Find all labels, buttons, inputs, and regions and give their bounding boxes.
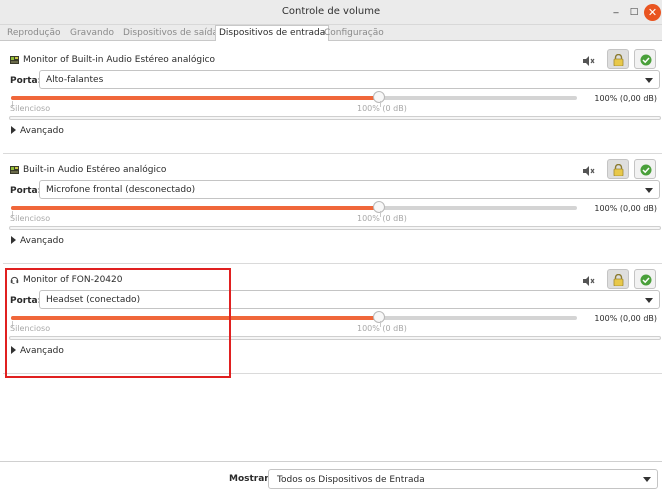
slider-label-silent: Silencioso xyxy=(10,324,51,333)
slider-label-silent: Silencioso xyxy=(10,214,51,223)
lock-channels-button[interactable] xyxy=(607,269,629,289)
tab-output-devices[interactable]: Dispositivos de saída xyxy=(120,26,221,41)
expander-arrow-icon xyxy=(11,126,16,134)
volume-readout: 100% (0,00 dB) xyxy=(594,204,657,213)
check-icon xyxy=(640,274,652,286)
peak-meter xyxy=(9,116,661,120)
device-name: Built-in Audio Estéreo analógico xyxy=(23,165,167,175)
sound-card-icon xyxy=(10,166,19,174)
volume-slider-track[interactable] xyxy=(11,316,577,320)
advanced-label: Avançado xyxy=(20,236,64,246)
lock-icon xyxy=(613,54,624,66)
sound-card-icon xyxy=(10,56,19,64)
footer-divider xyxy=(0,461,662,462)
chevron-down-icon xyxy=(645,188,653,193)
peak-meter xyxy=(9,226,661,230)
advanced-expander[interactable]: Avançado xyxy=(11,346,64,356)
slider-label-100: 100% (0 dB) xyxy=(357,214,407,223)
slider-label-silent: Silencioso xyxy=(10,104,51,113)
port-select-value: Microfone frontal (desconectado) xyxy=(46,185,196,195)
tab-recording[interactable]: Gravando xyxy=(67,26,117,41)
set-default-button[interactable] xyxy=(634,269,656,289)
port-select-value: Alto-falantes xyxy=(46,75,104,85)
set-default-button[interactable] xyxy=(634,49,656,69)
tab-configuration[interactable]: Configuração xyxy=(321,26,387,41)
device-name: Monitor of Built-in Audio Estéreo analóg… xyxy=(23,55,216,65)
headset-icon xyxy=(10,276,19,284)
show-filter-value: Todos os Dispositivos de Entrada xyxy=(277,475,425,485)
minimize-button[interactable]: _ xyxy=(608,1,624,17)
advanced-label: Avançado xyxy=(20,346,64,356)
port-select-value: Headset (conectado) xyxy=(46,295,141,305)
device-name: Monitor of FON-20420 xyxy=(23,275,123,285)
volume-slider-handle[interactable] xyxy=(373,91,385,103)
slider-label-100: 100% (0 dB) xyxy=(357,324,407,333)
chevron-down-icon xyxy=(645,298,653,303)
advanced-label: Avançado xyxy=(20,126,64,136)
device-section: Built-in Audio Estéreo analógico Porta: … xyxy=(3,154,662,264)
show-filter-label: Mostrar: xyxy=(229,474,273,484)
port-select[interactable]: Alto-falantes xyxy=(39,70,660,89)
tab-input-devices[interactable]: Dispositivos de entrada xyxy=(215,25,330,41)
maximize-button[interactable]: □ xyxy=(626,4,642,20)
port-select[interactable]: Microfone frontal (desconectado) xyxy=(39,180,660,199)
volume-slider-handle[interactable] xyxy=(373,311,385,323)
show-filter-select[interactable]: Todos os Dispositivos de Entrada xyxy=(268,469,658,489)
port-select[interactable]: Headset (conectado) xyxy=(39,290,660,309)
volume-slider-handle[interactable] xyxy=(373,201,385,213)
expander-arrow-icon xyxy=(11,346,16,354)
check-icon xyxy=(640,164,652,176)
port-label: Porta: xyxy=(10,296,42,306)
peak-meter xyxy=(9,336,661,340)
port-label: Porta: xyxy=(10,76,42,86)
volume-slider-fill xyxy=(11,96,379,100)
volume-slider-track[interactable] xyxy=(11,96,577,100)
expander-arrow-icon xyxy=(11,236,16,244)
volume-readout: 100% (0,00 dB) xyxy=(594,94,657,103)
lock-icon xyxy=(613,274,624,286)
close-button[interactable]: ✕ xyxy=(644,4,661,21)
mute-speaker-icon[interactable] xyxy=(583,276,595,286)
tab-playback[interactable]: Reprodução xyxy=(4,26,64,41)
lock-channels-button[interactable] xyxy=(607,49,629,69)
advanced-expander[interactable]: Avançado xyxy=(11,126,64,136)
title-bar: Controle de volume _ □ ✕ xyxy=(0,0,662,25)
set-default-button[interactable] xyxy=(634,159,656,179)
chevron-down-icon xyxy=(645,78,653,83)
chevron-down-icon xyxy=(643,477,651,482)
slider-label-100: 100% (0 dB) xyxy=(357,104,407,113)
device-section: Monitor of Built-in Audio Estéreo analóg… xyxy=(3,44,662,154)
window-title: Controle de volume xyxy=(281,6,381,17)
tab-bar: Reprodução Gravando Dispositivos de saíd… xyxy=(0,25,662,41)
volume-slider-fill xyxy=(11,316,379,320)
lock-icon xyxy=(613,164,624,176)
volume-readout: 100% (0,00 dB) xyxy=(594,314,657,323)
advanced-expander[interactable]: Avançado xyxy=(11,236,64,246)
check-icon xyxy=(640,54,652,66)
device-section: Monitor of FON-20420 Porta: Headset (con… xyxy=(3,264,662,374)
mute-speaker-icon[interactable] xyxy=(583,166,595,176)
volume-slider-track[interactable] xyxy=(11,206,577,210)
lock-channels-button[interactable] xyxy=(607,159,629,179)
volume-slider-fill xyxy=(11,206,379,210)
mute-speaker-icon[interactable] xyxy=(583,56,595,66)
port-label: Porta: xyxy=(10,186,42,196)
